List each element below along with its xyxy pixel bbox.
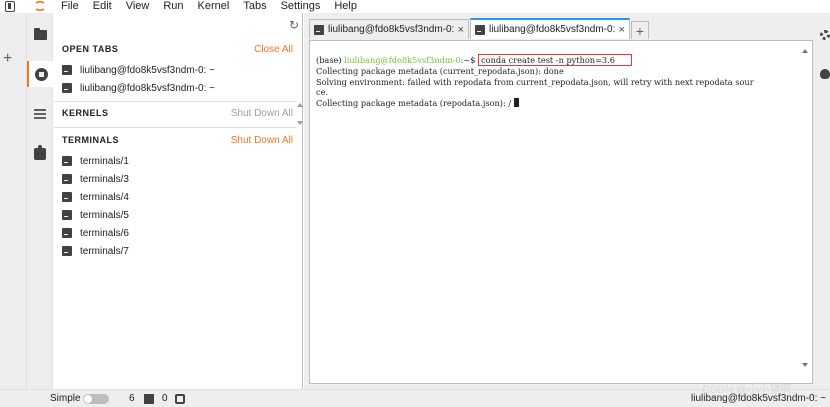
- terminal-line: Collecting package metadata (repodata.js…: [316, 97, 514, 108]
- menu-tabs[interactable]: Tabs: [243, 0, 266, 12]
- kernel-icon: [175, 394, 185, 404]
- terminal-icon: [62, 156, 72, 166]
- terminal-icon: [62, 83, 72, 93]
- close-icon[interactable]: ×: [619, 24, 625, 35]
- plus-icon[interactable]: +: [3, 51, 12, 67]
- prompt-env: (base): [316, 55, 345, 65]
- tab-terminal-1[interactable]: liulibang@fdo8k5vsf3ndm-0: ×: [309, 19, 469, 39]
- menu-edit[interactable]: Edit: [93, 0, 112, 12]
- left-sidebar-tabs: [27, 13, 53, 407]
- menu-list: File Edit View Run Kernel Tabs Settings …: [61, 0, 371, 12]
- prompt-path: :~$: [460, 55, 479, 65]
- open-tab-item[interactable]: liulibang@fdo8k5vsf3ndm-0: ~: [62, 63, 215, 77]
- terminal-icon: [314, 24, 324, 35]
- terminal-item[interactable]: terminals/7: [62, 244, 129, 258]
- divider: [54, 127, 297, 128]
- terminal-item[interactable]: terminals/5: [62, 208, 129, 222]
- refresh-icon[interactable]: ↻: [289, 18, 299, 32]
- terminal-line: ce.: [316, 87, 329, 97]
- gear-icon[interactable]: [820, 30, 830, 40]
- kernels-count: 0: [162, 393, 168, 404]
- terminal-icon: [144, 394, 154, 404]
- terminal-icon: [62, 65, 72, 75]
- running-panel: ↻ OPEN TABS Close All liulibang@fdo8k5vs…: [54, 13, 303, 389]
- menu-file[interactable]: File: [61, 0, 79, 12]
- terminal-label: terminals/3: [80, 173, 129, 185]
- list-icon: [34, 109, 46, 119]
- open-tab-item[interactable]: liulibang@fdo8k5vsf3ndm-0: ~: [62, 81, 215, 95]
- terminal-line: Solving environment: failed with repodat…: [316, 76, 754, 87]
- terminal-cursor: [513, 97, 519, 107]
- window-icon[interactable]: [5, 1, 15, 12]
- terminal-icon: [62, 192, 72, 202]
- terminal-label: terminals/1: [80, 155, 129, 167]
- terminal-label: terminals/4: [80, 191, 129, 203]
- menu-run[interactable]: Run: [163, 0, 183, 12]
- scroll-up-icon[interactable]: [297, 103, 303, 107]
- shut-down-all-kernels-button[interactable]: Shut Down All: [231, 108, 293, 119]
- terminal-item[interactable]: terminals/6: [62, 226, 129, 240]
- terminal-icon: [62, 210, 72, 220]
- scroll-up-icon[interactable]: [802, 49, 808, 53]
- close-icon[interactable]: ×: [458, 24, 464, 35]
- terminal-output: (base) liulibang@fdo8k5vsf3ndm-0:~$ cond…: [316, 54, 796, 108]
- terminals-title: TERMINALS: [62, 135, 119, 145]
- simple-mode-toggle[interactable]: [83, 394, 109, 404]
- open-tabs-header: OPEN TABS Close All: [62, 42, 293, 56]
- terminal-item[interactable]: terminals/4: [62, 190, 129, 204]
- sidebar-tab-files[interactable]: [27, 22, 53, 48]
- terminal-line: Collecting package metadata (current_rep…: [316, 66, 564, 76]
- menu-kernel[interactable]: Kernel: [198, 0, 230, 12]
- terminal-label: terminals/7: [80, 245, 129, 257]
- terminal-prompt-line: (base) liulibang@fdo8k5vsf3ndm-0:~$ cond…: [316, 54, 796, 66]
- terminal-label: terminals/6: [80, 227, 129, 239]
- sidebar-tab-running[interactable]: [27, 61, 53, 87]
- open-tab-label: liulibang@fdo8k5vsf3ndm-0: ~: [80, 82, 215, 94]
- terminal-icon: [475, 24, 485, 35]
- terminal-view[interactable]: (base) liulibang@fdo8k5vsf3ndm-0:~$ cond…: [309, 40, 813, 384]
- bug-icon[interactable]: [820, 69, 830, 79]
- activity-bar: +: [0, 13, 27, 407]
- jupyter-logo-icon: [35, 1, 45, 11]
- terminal-icon: [62, 174, 72, 184]
- divider: [54, 101, 297, 102]
- close-all-button[interactable]: Close All: [254, 44, 293, 55]
- terminal-last-line: Collecting package metadata (repodata.js…: [316, 97, 796, 109]
- tab-bar: liulibang@fdo8k5vsf3ndm-0: × liulibang@f…: [309, 18, 649, 39]
- terminal-icon: [62, 228, 72, 238]
- panel-scrollbar[interactable]: [297, 103, 303, 129]
- tab-label: liulibang@fdo8k5vsf3ndm-0:: [489, 24, 615, 35]
- tab-label: liulibang@fdo8k5vsf3ndm-0:: [328, 24, 454, 35]
- open-tabs-title: OPEN TABS: [62, 44, 119, 54]
- highlighted-command: conda create test -n python=3.6: [478, 54, 632, 66]
- sidebar-tab-commands[interactable]: [27, 101, 53, 127]
- simple-mode-label: Simple: [50, 393, 81, 404]
- prompt-user: liulibang@fdo8k5vsf3ndm-0: [344, 55, 461, 65]
- open-tab-label: liulibang@fdo8k5vsf3ndm-0: ~: [80, 64, 215, 76]
- terminals-header: TERMINALS Shut Down All: [62, 133, 293, 147]
- puzzle-icon: [34, 145, 46, 160]
- terminal-icon: [62, 246, 72, 256]
- terminal-item[interactable]: terminals/3: [62, 172, 129, 186]
- menu-settings[interactable]: Settings: [281, 0, 321, 12]
- scroll-down-icon[interactable]: [297, 121, 303, 125]
- shut-down-all-terminals-button[interactable]: Shut Down All: [231, 135, 293, 146]
- kernels-title: KERNELS: [62, 108, 109, 118]
- tab-terminal-2[interactable]: liulibang@fdo8k5vsf3ndm-0: ×: [470, 18, 630, 39]
- menu-bar: File Edit View Run Kernel Tabs Settings …: [0, 0, 830, 13]
- terminal-item[interactable]: terminals/1: [62, 154, 129, 168]
- menu-view[interactable]: View: [126, 0, 150, 12]
- kernels-header: KERNELS Shut Down All: [62, 106, 293, 120]
- folder-icon: [33, 28, 47, 40]
- add-tab-button[interactable]: +: [631, 21, 649, 39]
- scroll-down-icon[interactable]: [802, 363, 808, 367]
- sidebar-tab-extensions[interactable]: [27, 141, 53, 167]
- terminal-label: terminals/5: [80, 209, 129, 221]
- menu-help[interactable]: Help: [334, 0, 357, 12]
- terminals-count: 6: [129, 393, 135, 404]
- running-icon: [34, 67, 48, 81]
- watermark: CSDN @小小猪啊: [702, 384, 792, 396]
